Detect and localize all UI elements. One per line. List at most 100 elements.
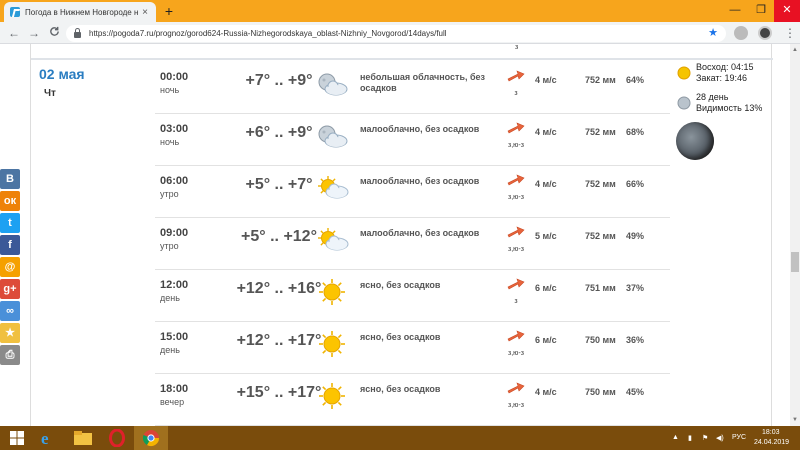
back-button[interactable]: ← — [6, 25, 22, 41]
forecast-row: 03:00 ночь +6° .. +9° малооблачно, без осад… — [155, 114, 670, 166]
taskbar-explorer-button[interactable] — [66, 426, 100, 450]
address-bar[interactable]: https://pogoda7.ru/prognoz/gorod624-Russ… — [66, 25, 726, 42]
row-wind-speed: 4 м/с — [535, 75, 557, 85]
row-wind-direction: з — [514, 90, 518, 97]
maximize-button[interactable]: ❐ — [748, 0, 774, 22]
wind-arrow-icon — [505, 276, 527, 292]
row-wind-direction: з,ю-з — [508, 402, 524, 409]
minimize-button[interactable]: — — [722, 0, 748, 22]
tray-network-icon[interactable]: ▮ — [688, 434, 692, 442]
wind-arrow-icon — [505, 120, 527, 136]
row-pressure: 752 мм — [585, 127, 616, 137]
extension-icon[interactable] — [734, 26, 748, 40]
scroll-up-icon[interactable]: ▲ — [791, 46, 799, 54]
wind-arrow-icon — [505, 224, 527, 240]
tray-flag-icon[interactable]: ⚑ — [702, 434, 708, 442]
tray-language[interactable]: РУС — [732, 434, 746, 441]
row-wind-speed: 4 м/с — [535, 387, 557, 397]
forecast-row: 12:00 день +12° .. +16° ясно, без осадков з 6… — [155, 270, 670, 322]
close-window-button[interactable]: ✕ — [774, 0, 800, 22]
tab-close-icon[interactable]: × — [140, 7, 150, 18]
moon-small-icon — [677, 96, 691, 110]
facebook-icon[interactable]: f — [0, 235, 20, 255]
row-wind-speed: 4 м/с — [535, 127, 557, 137]
scroll-down-icon[interactable]: ▼ — [791, 416, 799, 424]
row-humidity: 49% — [626, 231, 645, 241]
row-wind-direction: з — [514, 298, 518, 305]
bookmark-star-icon[interactable]: ★ — [708, 26, 718, 39]
favorite-icon[interactable]: ★ — [0, 323, 20, 343]
tray-time[interactable]: 18:03 — [762, 429, 780, 436]
share-icon[interactable]: ∞ — [0, 301, 20, 321]
row-humidity: 66% — [626, 179, 645, 189]
vk-icon[interactable]: В — [0, 169, 20, 189]
reload-button[interactable] — [46, 25, 62, 41]
twitter-icon[interactable]: t — [0, 213, 20, 233]
forecast-row: 15:00 день +12° .. +17° ясно, без осадков з,… — [155, 322, 670, 374]
row-humidity: 37% — [626, 283, 645, 293]
site-favicon-icon — [10, 7, 20, 17]
sun-icon — [315, 330, 349, 358]
row-wind-speed: 6 м/с — [535, 335, 557, 345]
row-humidity: 45% — [626, 387, 645, 397]
url-text: https://pogoda7.ru/prognoz/gorod624-Russ… — [89, 29, 447, 38]
forecast-row: 00:00 ночь +7° .. +9° небольшая облачность,… — [155, 62, 670, 114]
row-wind-direction: з,ю-з — [508, 194, 524, 201]
row-time: 06:00 — [160, 175, 189, 187]
moon-phase-icon — [676, 122, 714, 160]
row-time: 18:00 — [160, 383, 189, 395]
forecast-weekday: Чт — [44, 88, 56, 99]
forward-button[interactable]: → — [26, 25, 42, 41]
forecast-row: 06:00 утро +5° .. +7° малооблачно, без осад… — [155, 166, 670, 218]
reload-icon — [49, 26, 59, 36]
lock-icon — [74, 27, 81, 38]
print-icon[interactable]: ⎙ — [0, 345, 20, 365]
sun-icon — [315, 278, 349, 306]
tray-up-arrow-icon[interactable]: ▲ — [672, 434, 679, 441]
mailru-icon[interactable]: @ — [0, 257, 20, 277]
row-description: ясно, без осадков — [360, 280, 441, 290]
opera-icon — [109, 429, 125, 447]
sun-cloud-icon — [315, 174, 349, 202]
row-time: 03:00 — [160, 123, 189, 135]
sunrise-text: Восход: 04:15 — [696, 62, 754, 72]
row-pressure: 751 мм — [585, 283, 616, 293]
folder-icon — [74, 431, 92, 445]
browser-menu-icon[interactable]: ⋮ — [784, 25, 796, 41]
google-plus-icon[interactable]: g+ — [0, 279, 20, 299]
wind-arrow-icon — [505, 68, 527, 84]
wind-arrow-icon — [505, 172, 527, 188]
forecast-date: 02 мая — [39, 66, 85, 82]
row-time: 09:00 — [160, 227, 189, 239]
moon-cloud-icon — [315, 122, 349, 150]
taskbar-chrome-button[interactable] — [134, 426, 168, 450]
row-period: день — [160, 345, 180, 355]
windows-logo-icon — [10, 431, 24, 445]
tray-date[interactable]: 24.04.2019 — [754, 439, 789, 446]
row-pressure: 752 мм — [585, 75, 616, 85]
browser-toolbar: ← → https://pogoda7.ru/prognoz/gorod624-… — [0, 22, 800, 44]
moon-visibility-text: Видимость 13% — [696, 103, 763, 113]
page-scrollbar[interactable] — [790, 44, 800, 426]
new-tab-button[interactable]: + — [161, 2, 177, 20]
row-wind-speed: 5 м/с — [535, 231, 557, 241]
row-period: ночь — [160, 85, 180, 95]
profile-avatar[interactable] — [758, 26, 772, 40]
scrollbar-thumb[interactable] — [791, 252, 799, 272]
sun-small-icon — [677, 66, 691, 80]
taskbar-opera-button[interactable] — [100, 426, 134, 450]
odnoklassniki-icon[interactable]: ок — [0, 191, 20, 211]
tray-volume-icon[interactable]: ◀) — [716, 434, 724, 442]
row-description: малооблачно, без осадков — [360, 176, 480, 186]
row-time: 12:00 — [160, 279, 189, 291]
sun-icon — [315, 382, 349, 410]
row-description: небольшая облачность, без осадков — [360, 72, 486, 93]
browser-tab[interactable]: Погода в Нижнем Новгороде н × — [4, 2, 156, 22]
internet-explorer-icon: e — [41, 429, 49, 447]
row-time: 00:00 — [160, 71, 189, 83]
start-button[interactable] — [0, 426, 34, 450]
sunset-text: Закат: 19:46 — [696, 73, 748, 83]
row-description: малооблачно, без осадков — [360, 124, 480, 134]
taskbar-ie-button[interactable]: e — [30, 426, 64, 450]
row-humidity: 36% — [626, 335, 645, 345]
